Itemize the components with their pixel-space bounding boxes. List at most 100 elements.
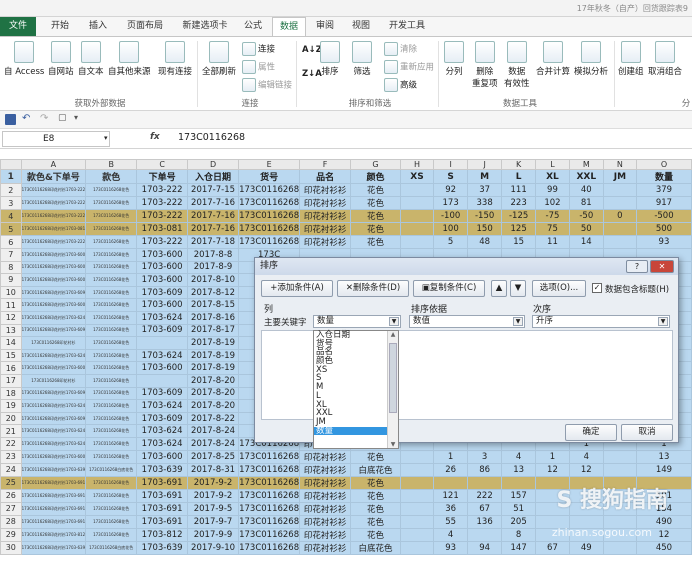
table-cell[interactable]: 1703-624 bbox=[136, 399, 188, 413]
table-cell[interactable]: 2017-8-10 bbox=[186, 273, 240, 287]
table-cell[interactable]: 94 bbox=[467, 540, 503, 555]
table-cell[interactable] bbox=[602, 235, 637, 249]
table-cell[interactable] bbox=[602, 540, 637, 555]
table-cell[interactable]: 147 bbox=[501, 540, 537, 555]
table-cell[interactable] bbox=[399, 514, 435, 529]
table-cell[interactable] bbox=[399, 540, 435, 555]
move-down-button[interactable]: ▼ bbox=[510, 280, 526, 297]
table-cell[interactable]: 173C0116268 bbox=[238, 235, 301, 249]
row-header[interactable]: 19 bbox=[0, 399, 22, 413]
table-cell[interactable]: 173C0116268印花衬衫1703-691 bbox=[20, 475, 87, 490]
table-cell[interactable]: 1703-691 bbox=[136, 501, 188, 516]
cancel-button[interactable]: 取消 bbox=[621, 424, 673, 441]
table-cell[interactable]: 花色 bbox=[350, 527, 401, 542]
table-cell[interactable]: 173C0116268花色 bbox=[85, 323, 138, 338]
table-cell[interactable]: 2017-7-16 bbox=[186, 222, 240, 236]
table-cell[interactable]: 2017-8-17 bbox=[186, 323, 240, 338]
table-cell[interactable]: 223 bbox=[501, 196, 537, 210]
table-cell[interactable]: 173C0116268印花衬衫1703-081 bbox=[20, 222, 87, 236]
help-button[interactable]: ? bbox=[626, 260, 648, 273]
table-cell[interactable]: 1 bbox=[433, 449, 469, 464]
table-cell[interactable]: 173C0116268花色 bbox=[85, 399, 138, 413]
row-header[interactable]: 13 bbox=[0, 323, 22, 338]
add-level-button[interactable]: +添加条件(A) bbox=[261, 280, 333, 297]
column-header[interactable]: H bbox=[399, 159, 435, 170]
table-cell[interactable]: 121 bbox=[433, 488, 469, 503]
header-cell[interactable]: XL bbox=[535, 169, 570, 184]
table-cell[interactable]: 印花衬衫衫 bbox=[299, 183, 352, 197]
scroll-up-icon[interactable]: ▲ bbox=[388, 331, 398, 338]
header-cell[interactable]: 款色 bbox=[85, 169, 138, 184]
table-cell[interactable]: 2017-9-2 bbox=[186, 475, 240, 490]
table-cell[interactable]: 13 bbox=[635, 449, 692, 464]
from-web-button[interactable]: 自网站 bbox=[48, 41, 74, 77]
row-header[interactable]: 28 bbox=[0, 514, 22, 529]
column-header[interactable]: D bbox=[186, 159, 240, 170]
dropdown-option[interactable]: 数量 bbox=[314, 426, 398, 436]
reapply-button[interactable]: 重新应用 bbox=[384, 60, 434, 74]
dropdown-scrollbar[interactable]: ▲ ▼ bbox=[387, 331, 398, 448]
tab-new-tab[interactable]: 新建选项卡 bbox=[174, 17, 236, 36]
header-cell[interactable]: 下单号 bbox=[136, 169, 188, 184]
table-cell[interactable]: 印花衬衫衫 bbox=[299, 222, 352, 236]
table-cell[interactable]: 173C0116268 bbox=[238, 183, 301, 197]
table-cell[interactable] bbox=[602, 449, 637, 464]
table-cell[interactable]: 67 bbox=[467, 501, 503, 516]
table-cell[interactable] bbox=[602, 222, 637, 236]
column-header[interactable]: I bbox=[433, 159, 469, 170]
table-cell[interactable]: 102 bbox=[535, 196, 570, 210]
row-header[interactable]: 22 bbox=[0, 436, 22, 451]
table-cell[interactable]: 173C0116268印花衬衫1703-624 bbox=[20, 348, 87, 363]
table-cell[interactable]: 173C0116268印花衬衫1703-812 bbox=[20, 527, 87, 542]
table-cell[interactable]: 2017-8-24 bbox=[186, 424, 240, 438]
table-cell[interactable]: 2017-9-5 bbox=[186, 501, 240, 516]
table-cell[interactable]: 13 bbox=[501, 462, 537, 477]
row-header[interactable]: 15 bbox=[0, 348, 22, 363]
table-cell[interactable]: 1703-600 bbox=[136, 273, 188, 287]
row-header[interactable]: 7 bbox=[0, 248, 22, 262]
table-cell[interactable]: 173C0116268花色 bbox=[85, 411, 138, 426]
sort-asc-icon[interactable]: A↓Z bbox=[302, 45, 322, 55]
table-cell[interactable]: 173C0116268 bbox=[238, 540, 301, 555]
text-to-columns-button[interactable]: 分列 bbox=[444, 41, 464, 77]
table-cell[interactable]: 173C0116268 bbox=[238, 527, 301, 542]
table-cell[interactable]: 1703-812 bbox=[136, 527, 188, 542]
table-cell[interactable]: 173C0116268印花衬衫 bbox=[20, 373, 87, 388]
table-cell[interactable]: 173C0116268印花衬衫1703-691 bbox=[20, 501, 87, 516]
table-cell[interactable]: 2017-9-10 bbox=[186, 540, 240, 555]
table-cell[interactable]: 14 bbox=[568, 235, 604, 249]
table-cell[interactable]: 2017-8-12 bbox=[186, 285, 240, 300]
table-cell[interactable]: 印花衬衫衫 bbox=[299, 196, 352, 210]
table-cell[interactable]: 173C0116268花色 bbox=[85, 386, 138, 401]
table-cell[interactable]: 173C0116268花色 bbox=[85, 209, 138, 223]
table-cell[interactable]: 173C0116268印花衬衫1703-691 bbox=[20, 514, 87, 529]
tab-file[interactable]: 文件 bbox=[0, 17, 36, 36]
table-cell[interactable]: 205 bbox=[501, 514, 537, 529]
table-cell[interactable]: 173C0116268印花衬衫1703-639 bbox=[20, 540, 87, 555]
table-cell[interactable]: 12 bbox=[568, 462, 604, 477]
consolidate-button[interactable]: 合并计算 bbox=[536, 41, 570, 77]
table-cell[interactable]: 173C0116268花色 bbox=[85, 298, 138, 312]
table-cell[interactable] bbox=[433, 475, 469, 490]
table-cell[interactable] bbox=[467, 475, 503, 490]
header-cell[interactable]: 数量 bbox=[635, 169, 692, 184]
table-cell[interactable]: 222 bbox=[467, 488, 503, 503]
data-validation-button[interactable]: 数据 有效性 bbox=[504, 41, 530, 89]
table-cell[interactable]: 173C0116268印花衬衫1703-624 bbox=[20, 436, 87, 451]
table-cell[interactable]: 136 bbox=[467, 514, 503, 529]
table-cell[interactable]: 2017-7-18 bbox=[186, 235, 240, 249]
table-cell[interactable]: 0 bbox=[602, 209, 637, 223]
row-header[interactable]: 10 bbox=[0, 285, 22, 300]
row-header[interactable]: 29 bbox=[0, 527, 22, 542]
ok-button[interactable]: 确定 bbox=[565, 424, 617, 441]
tab-developer[interactable]: 开发工具 bbox=[380, 17, 434, 36]
table-cell[interactable]: 173C0116268花色 bbox=[85, 475, 138, 490]
table-cell[interactable]: 51 bbox=[501, 501, 537, 516]
row-header[interactable]: 6 bbox=[0, 235, 22, 249]
table-cell[interactable] bbox=[399, 235, 435, 249]
dropdown-option[interactable]: XXL bbox=[314, 409, 398, 418]
table-cell[interactable] bbox=[399, 527, 435, 542]
move-up-button[interactable]: ▲ bbox=[491, 280, 507, 297]
table-cell[interactable] bbox=[467, 527, 503, 542]
table-cell[interactable]: 2017-7-15 bbox=[186, 183, 240, 197]
